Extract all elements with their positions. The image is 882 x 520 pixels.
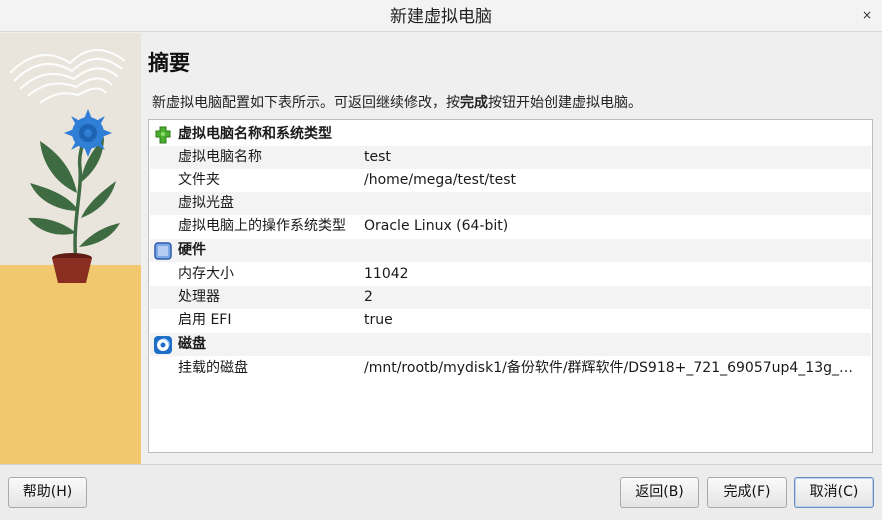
- row-value: true: [364, 312, 393, 328]
- wizard-side-illustration: [0, 33, 141, 464]
- row-key: 虚拟电脑上的操作系统类型: [178, 218, 346, 234]
- section-hardware[interactable]: 硬件: [150, 239, 871, 262]
- close-icon[interactable]: ×: [858, 6, 876, 24]
- summary-row[interactable]: 文件夹 /home/mega/test/test: [150, 169, 871, 192]
- description-text-after: 按钮开始创建虚拟电脑。: [488, 95, 642, 111]
- description-bold-finish: 完成: [460, 95, 488, 111]
- summary-row[interactable]: 虚拟光盘: [150, 192, 871, 215]
- title-bar: 新建虚拟电脑 ×: [0, 0, 882, 32]
- page-title: 摘要: [148, 51, 190, 75]
- disk-icon: [154, 336, 172, 354]
- section-title: 磁盘: [178, 336, 206, 352]
- row-key: 虚拟光盘: [178, 195, 234, 211]
- summary-tree[interactable]: 虚拟电脑名称和系统类型 虚拟电脑名称 test 文件夹 /home/mega/t…: [148, 119, 873, 453]
- section-title: 硬件: [178, 242, 206, 258]
- summary-row[interactable]: 虚拟电脑名称 test: [150, 146, 871, 169]
- page-description: 新虚拟电脑配置如下表所示。可返回继续修改，按完成按钮开始创建虚拟电脑。: [152, 92, 642, 112]
- row-value: 11042: [364, 266, 409, 282]
- section-name-and-os[interactable]: 虚拟电脑名称和系统类型: [150, 123, 871, 146]
- cancel-button[interactable]: 取消(C): [794, 477, 874, 508]
- row-key: 内存大小: [178, 266, 234, 282]
- row-value: test: [364, 149, 391, 165]
- summary-row[interactable]: 处理器 2: [150, 286, 871, 309]
- row-key: 启用 EFI: [178, 312, 232, 328]
- help-button[interactable]: 帮助(H): [8, 477, 87, 508]
- row-value: /mnt/rootb/mydisk1/备份软件/群辉软件/DS918+_721_…: [364, 360, 854, 376]
- window-title: 新建虚拟电脑: [390, 7, 492, 27]
- row-value: Oracle Linux (64-bit): [364, 218, 509, 234]
- flower-pot-illustration: [0, 33, 141, 464]
- wizard-content: 摘要 新虚拟电脑配置如下表所示。可返回继续修改，按完成按钮开始创建虚拟电脑。 虚…: [148, 33, 878, 464]
- row-value: /home/mega/test/test: [364, 172, 517, 188]
- description-text-before: 新虚拟电脑配置如下表所示。可返回继续修改，按: [152, 95, 460, 111]
- row-key: 文件夹: [178, 172, 220, 188]
- row-key: 虚拟电脑名称: [178, 149, 262, 165]
- section-title: 虚拟电脑名称和系统类型: [178, 126, 332, 142]
- summary-row[interactable]: 启用 EFI true: [150, 309, 871, 332]
- back-button[interactable]: 返回(B): [620, 477, 699, 508]
- summary-row[interactable]: 挂载的磁盘 /mnt/rootb/mydisk1/备份软件/群辉软件/DS918…: [150, 357, 871, 380]
- chip-icon: [154, 242, 172, 260]
- finish-button[interactable]: 完成(F): [707, 477, 787, 508]
- button-bar: 帮助(H) 返回(B) 完成(F) 取消(C): [0, 464, 882, 520]
- summary-row[interactable]: 内存大小 11042: [150, 263, 871, 286]
- row-value: 2: [364, 289, 373, 305]
- summary-row[interactable]: 虚拟电脑上的操作系统类型 Oracle Linux (64-bit): [150, 215, 871, 238]
- row-key: 挂载的磁盘: [178, 360, 248, 376]
- green-puzzle-icon: [155, 126, 171, 144]
- row-key: 处理器: [178, 289, 220, 305]
- section-disk[interactable]: 磁盘: [150, 333, 871, 356]
